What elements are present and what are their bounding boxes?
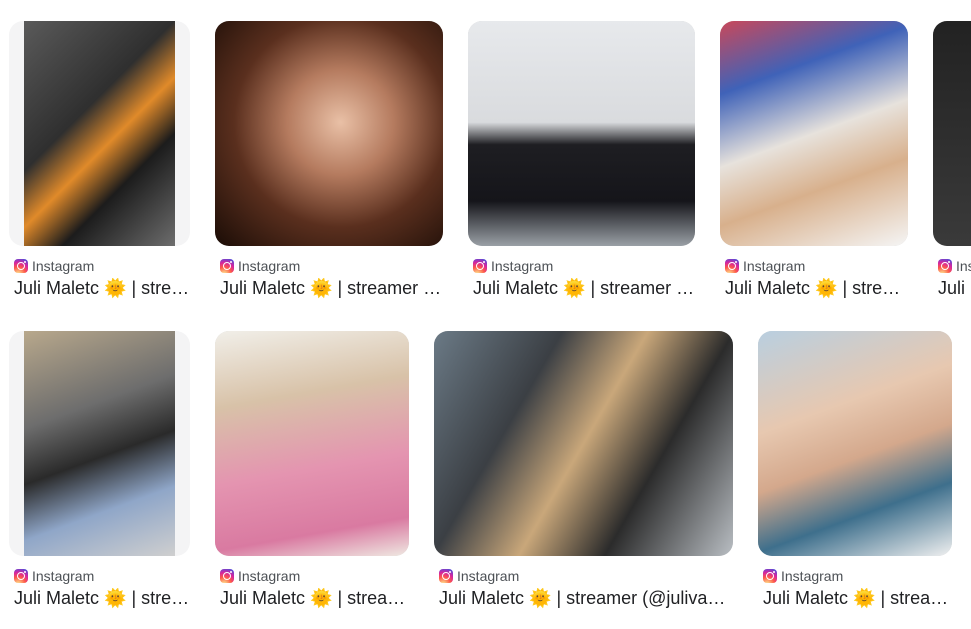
result-source-label: Instagram <box>781 568 844 584</box>
result-photo <box>468 21 695 246</box>
instagram-icon <box>473 259 487 273</box>
result-photo <box>24 21 175 246</box>
result-thumbnail[interactable] <box>468 21 695 246</box>
result-source[interactable]: Instagram <box>14 257 94 275</box>
result-photo <box>24 331 175 556</box>
result-title[interactable]: Juli Maletc 🌞 | streamer (@julivanessa) <box>14 588 190 610</box>
result-source-label: Instagram <box>32 258 95 274</box>
result-title[interactable]: Juli Maletc 🌞 | streamer (@julivanessa) <box>220 278 443 300</box>
result-photo <box>758 331 952 556</box>
result-source[interactable]: Instagram <box>763 567 843 585</box>
result-source-label: Instagram <box>743 258 806 274</box>
instagram-icon <box>14 259 28 273</box>
result-photo <box>215 331 409 556</box>
result-source-label: Instagram <box>956 258 971 274</box>
result-source[interactable]: Instagram <box>725 257 805 275</box>
result-source-label: Instagram <box>238 568 301 584</box>
instagram-icon <box>725 259 739 273</box>
result-source[interactable]: Instagram <box>938 257 971 275</box>
result-source[interactable]: Instagram <box>220 257 300 275</box>
result-title[interactable]: Juli Maletc 🌞 | streamer (@julivanessa) <box>14 278 190 300</box>
result-thumbnail[interactable] <box>9 21 190 246</box>
instagram-icon <box>763 569 777 583</box>
result-title[interactable]: Juli Maletc 🌞 | streamer (@julivanessa) <box>763 588 952 610</box>
result-photo <box>434 331 733 556</box>
result-source[interactable]: Instagram <box>220 567 300 585</box>
result-thumbnail[interactable] <box>215 331 409 556</box>
result-source[interactable]: Instagram <box>14 567 94 585</box>
result-thumbnail[interactable] <box>215 21 443 246</box>
result-thumbnail[interactable] <box>758 331 952 556</box>
result-thumbnail[interactable] <box>720 21 908 246</box>
result-source-label: Instagram <box>457 568 520 584</box>
instagram-icon <box>14 569 28 583</box>
result-title[interactable]: Juli Maletc 🌞 | streamer (@julivanessa) <box>220 588 409 610</box>
result-thumbnail[interactable] <box>933 21 971 246</box>
result-thumbnail[interactable] <box>9 331 190 556</box>
result-photo <box>215 21 443 246</box>
result-source-label: Instagram <box>32 568 95 584</box>
result-thumbnail[interactable] <box>434 331 733 556</box>
result-photo <box>720 21 908 246</box>
result-source-label: Instagram <box>238 258 301 274</box>
instagram-icon <box>938 259 952 273</box>
instagram-icon <box>220 569 234 583</box>
result-title[interactable]: Juli Maletc 🌞 | streamer (@julivanessa) <box>439 588 733 610</box>
result-source-label: Instagram <box>491 258 554 274</box>
result-title[interactable]: Juli Maletc 🌞 | streamer (@julivanessa) <box>725 278 908 300</box>
result-source[interactable]: Instagram <box>473 257 553 275</box>
result-title[interactable]: Juli Maletc 🌞 | streamer (@julivanessa) <box>473 278 695 300</box>
result-photo <box>933 21 971 246</box>
result-source[interactable]: Instagram <box>439 567 519 585</box>
instagram-icon <box>220 259 234 273</box>
result-title[interactable]: Juli Maletc 🌞 | streamer (@julivanessa) <box>938 278 971 300</box>
instagram-icon <box>439 569 453 583</box>
image-results-grid: Instagram Juli Maletc 🌞 | streamer (@jul… <box>0 0 971 629</box>
